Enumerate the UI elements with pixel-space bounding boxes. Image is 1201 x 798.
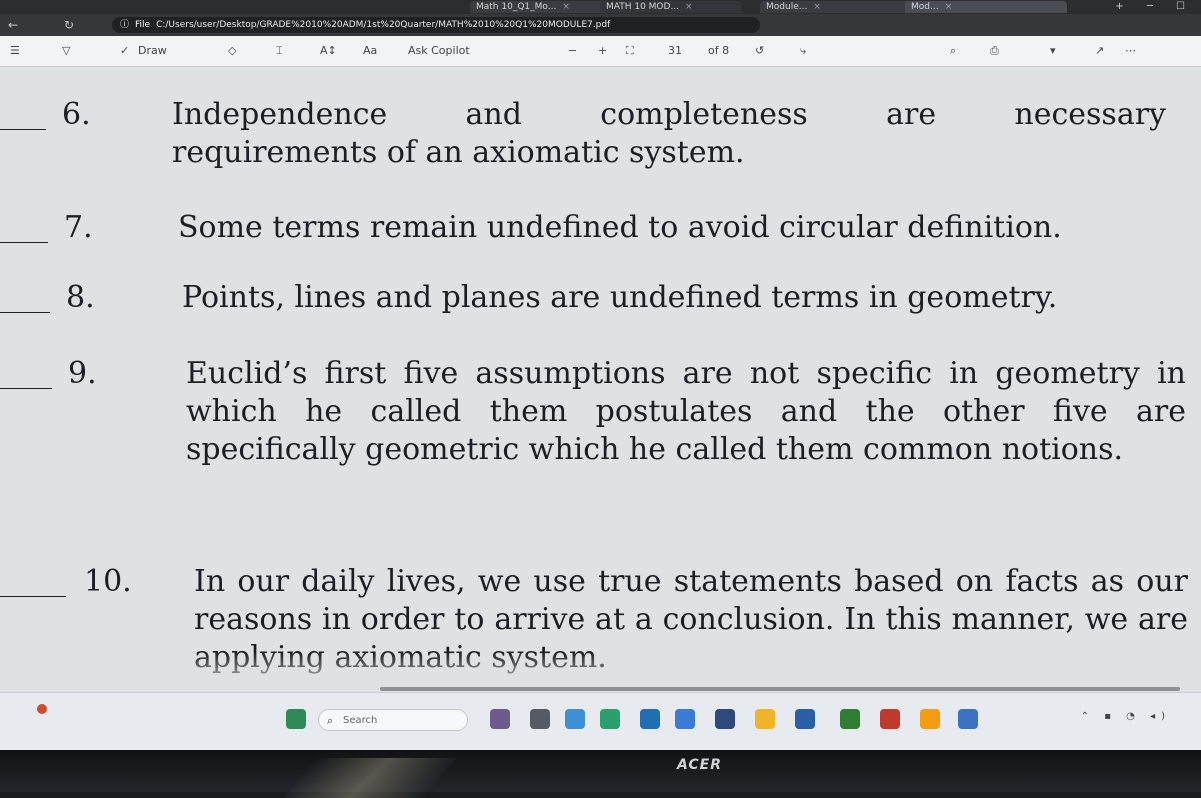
notification-dot: [37, 704, 47, 714]
answer-blank[interactable]: [0, 596, 66, 597]
excel-icon[interactable]: [840, 709, 860, 729]
taskbar: ⌕ Search ⌃ ▪ ◔ ◂): [0, 692, 1201, 750]
page-fade: [0, 652, 1201, 692]
menu-icon[interactable]: ⋯: [1125, 44, 1136, 58]
task-view-icon[interactable]: [530, 709, 550, 729]
monitor-brand-logo: ACER: [677, 757, 723, 773]
rotate-icon[interactable]: ↺: [755, 44, 764, 58]
text-size-icon[interactable]: A↕: [320, 44, 337, 58]
text-icon[interactable]: ⌶: [276, 44, 283, 58]
search-placeholder: Search: [343, 715, 378, 726]
item-text-line: requirements of an axiomatic system.: [172, 135, 745, 170]
tab-label: Module...: [766, 2, 808, 12]
file-info-icon: ⓘ: [120, 20, 130, 30]
weather-icon[interactable]: [286, 709, 306, 729]
item-number: 10.: [84, 564, 132, 599]
browser-tab-3[interactable]: Module... ×: [760, 1, 912, 13]
item-number: 9.: [68, 356, 97, 391]
browser-tab-1[interactable]: Math 10_Q1_Mo... ×: [470, 1, 612, 13]
page-total: of 8: [708, 44, 730, 57]
back-arrow-icon[interactable]: ←: [8, 18, 18, 32]
save-icon[interactable]: ▾: [1050, 44, 1056, 58]
browser-tab-4-active[interactable]: Mod... ×: [905, 1, 1067, 13]
tab-label: Math 10_Q1_Mo...: [476, 2, 557, 12]
item-text: Points, lines and planes are undefined t…: [182, 280, 1058, 315]
edge-icon[interactable]: [600, 709, 620, 729]
contents-icon[interactable]: ☰: [10, 44, 20, 58]
system-tray[interactable]: ⌃ ▪ ◔ ◂): [1081, 711, 1171, 722]
print-icon[interactable]: ⎙: [990, 44, 999, 58]
search-icon: ⌕: [327, 714, 334, 727]
url-field[interactable]: ⓘ File C:/Users/user/Desktop/GRADE%2010%20…: [112, 17, 760, 33]
item-text: Euclid’s first five assumptions are not …: [186, 356, 1186, 467]
chrome-icon[interactable]: [640, 709, 660, 729]
url-text: C:/Users/user/Desktop/GRADE%2010%20ADM/1…: [156, 20, 611, 30]
zoom-out-icon[interactable]: −: [568, 44, 577, 58]
widgets-icon[interactable]: [565, 709, 585, 729]
answer-blank[interactable]: [0, 242, 48, 243]
zoom-in-icon[interactable]: +: [598, 44, 607, 58]
item-text: Some terms remain undefined to avoid cir…: [178, 210, 1062, 245]
browser-tab-2[interactable]: MATH 10 MOD... ×: [600, 1, 742, 13]
pdf-reader-icon[interactable]: [880, 709, 900, 729]
file-explorer-icon[interactable]: [755, 709, 775, 729]
answer-blank[interactable]: [0, 129, 46, 130]
monitor-bezel: [0, 750, 1201, 792]
close-icon[interactable]: ×: [562, 2, 570, 12]
close-icon[interactable]: ×: [813, 2, 821, 12]
read-aloud-label[interactable]: Ask Copilot: [408, 44, 470, 58]
share-icon[interactable]: ↗: [1095, 44, 1104, 58]
pdf-toolbar: ☰ ▽ ✓ Draw ◇ ⌶ A↕ Aa Ask Copilot − + ⛶ 3…: [0, 36, 1201, 67]
item-text-line: Independence and completeness are necess…: [172, 97, 1166, 132]
text-size-label[interactable]: Aa: [363, 44, 377, 58]
taskbar-search-input[interactable]: ⌕ Search: [318, 709, 468, 731]
mail-icon[interactable]: [715, 709, 735, 729]
erase-icon[interactable]: ◇: [228, 44, 236, 58]
item-number: 7.: [64, 210, 93, 245]
draw-icon[interactable]: ✓: [120, 44, 129, 58]
window-controls[interactable]: + ─ ☐: [1115, 1, 1195, 12]
horizontal-scrollbar[interactable]: [380, 687, 1180, 691]
item-number: 6.: [62, 97, 91, 132]
browser-icon[interactable]: [958, 709, 978, 729]
item-number: 8.: [66, 280, 95, 315]
view-icon[interactable]: ⤷: [800, 44, 806, 58]
pdf-page: 6. Independence and completeness are nec…: [0, 67, 1201, 692]
browser-tab-bar: Math 10_Q1_Mo... × MATH 10 MOD... × Module…: [0, 0, 1201, 14]
search-icon[interactable]: ⌕: [950, 44, 956, 58]
fit-page-icon[interactable]: ⛶: [626, 44, 634, 58]
answer-blank[interactable]: [0, 388, 52, 389]
word-icon[interactable]: [795, 709, 815, 729]
highlight-icon[interactable]: ▽: [62, 44, 70, 58]
draw-label[interactable]: Draw: [138, 44, 167, 58]
refresh-icon[interactable]: ↻: [64, 18, 74, 32]
tab-label: MATH 10 MOD...: [606, 2, 680, 12]
page-number-input[interactable]: 31: [668, 44, 682, 58]
copilot-icon[interactable]: [490, 709, 510, 729]
store-icon[interactable]: [675, 709, 695, 729]
address-bar-row: ← ↻ ⓘ File C:/Users/user/Desktop/GRADE%201…: [0, 14, 1201, 36]
close-icon[interactable]: ×: [685, 2, 693, 12]
url-prefix: File: [135, 20, 151, 30]
monitor-screen: Math 10_Q1_Mo... × MATH 10 MOD... × Module…: [0, 0, 1201, 750]
answer-blank[interactable]: [0, 312, 50, 313]
close-icon[interactable]: ×: [945, 2, 953, 12]
tab-label: Mod...: [911, 2, 939, 12]
app-icon[interactable]: [920, 709, 940, 729]
